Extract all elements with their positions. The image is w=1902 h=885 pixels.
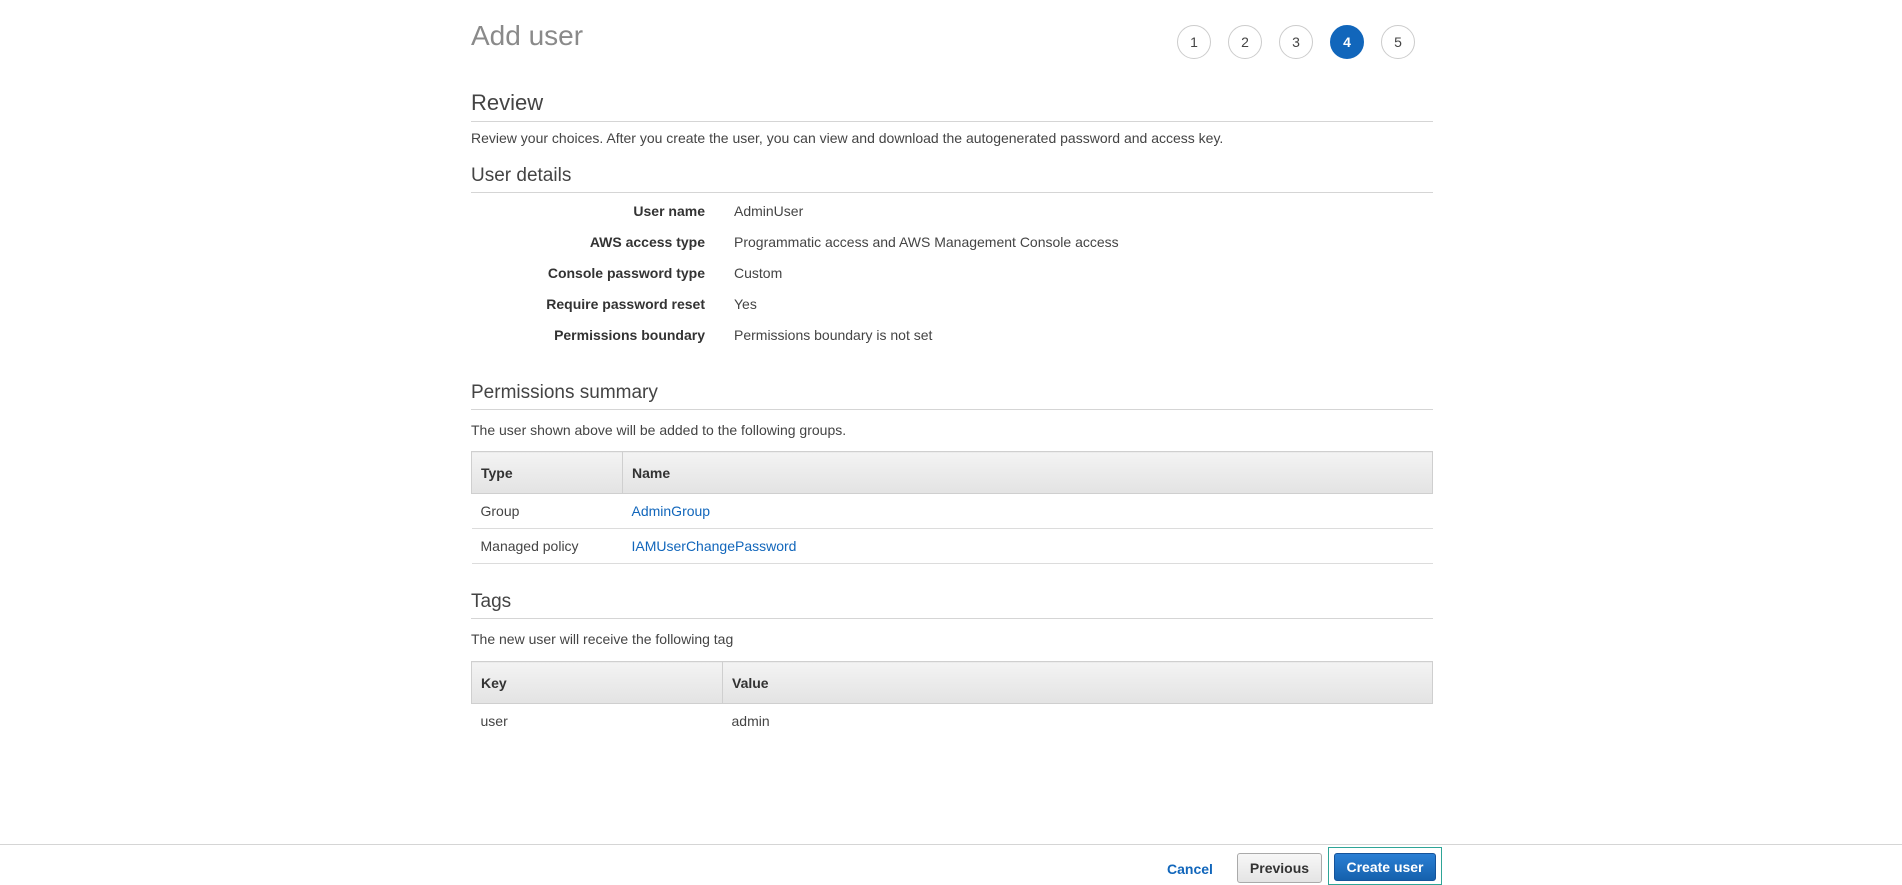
detail-value: Programmatic access and AWS Management C… xyxy=(734,234,1119,250)
detail-row-permissions-boundary: Permissions boundary Permissions boundar… xyxy=(471,327,1433,358)
column-header-key: Key xyxy=(471,661,723,704)
tags-heading: Tags xyxy=(471,589,1433,619)
previous-button[interactable]: Previous xyxy=(1237,853,1322,883)
cell-key: user xyxy=(480,713,508,729)
tags-table: Key Value user admin xyxy=(471,661,1433,738)
detail-row-password-reset: Require password reset Yes xyxy=(471,296,1433,327)
user-details-heading: User details xyxy=(471,163,1433,193)
column-header-type: Type xyxy=(471,451,623,494)
detail-row-password-type: Console password type Custom xyxy=(471,265,1433,296)
detail-value: Permissions boundary is not set xyxy=(734,327,933,343)
detail-value: AdminUser xyxy=(734,203,804,219)
permissions-description: The user shown above will be added to th… xyxy=(471,422,847,438)
admin-group-link[interactable]: AdminGroup xyxy=(632,503,711,519)
table-row: Group AdminGroup xyxy=(471,493,1433,529)
permissions-summary-heading: Permissions summary xyxy=(471,380,1433,410)
cell-value: admin xyxy=(731,713,770,729)
cancel-button[interactable]: Cancel xyxy=(1167,861,1213,877)
policy-link[interactable]: IAMUserChangePassword xyxy=(632,538,797,554)
cell-type: Group xyxy=(471,493,623,529)
detail-label: Require password reset xyxy=(546,296,705,312)
detail-row-access-type: AWS access type Programmatic access and … xyxy=(471,234,1433,265)
create-user-focus-ring: Create user xyxy=(1328,847,1442,885)
cell-name: IAMUserChangePassword xyxy=(622,528,1433,564)
tags-description: The new user will receive the following … xyxy=(471,631,734,647)
cell-type: Managed policy xyxy=(471,528,623,564)
review-heading: Review xyxy=(471,88,1433,122)
step-3[interactable]: 3 xyxy=(1279,25,1313,59)
column-header-value: Value xyxy=(722,661,1433,704)
step-4-active[interactable]: 4 xyxy=(1330,25,1364,59)
create-user-button[interactable]: Create user xyxy=(1334,853,1436,881)
detail-row-user-name: User name AdminUser xyxy=(471,203,1433,234)
detail-value: Yes xyxy=(734,296,757,312)
add-user-page: Add user 1 2 3 4 5 Review Review your ch… xyxy=(0,0,1902,885)
wizard-footer: Cancel Previous Create user xyxy=(0,844,1902,885)
detail-label: User name xyxy=(633,203,705,219)
detail-value: Custom xyxy=(734,265,783,281)
review-description: Review your choices. After you create th… xyxy=(471,130,1224,146)
permissions-table: Type Name Group AdminGroup Managed polic… xyxy=(471,451,1433,564)
step-5[interactable]: 5 xyxy=(1381,25,1415,59)
page-title: Add user xyxy=(471,20,584,51)
table-header-row: Key Value xyxy=(471,661,1433,704)
step-1[interactable]: 1 xyxy=(1177,25,1211,59)
wizard-steps: 1 2 3 4 5 xyxy=(1177,25,1415,59)
table-row: Managed policy IAMUserChangePassword xyxy=(471,528,1433,564)
table-row: user admin xyxy=(472,704,1433,739)
detail-label: Permissions boundary xyxy=(554,327,705,343)
cell-name: AdminGroup xyxy=(622,493,1433,529)
table-header-row: Type Name xyxy=(471,451,1433,494)
user-details-list: User name AdminUser AWS access type Prog… xyxy=(471,203,1433,358)
column-header-name: Name xyxy=(622,451,1433,494)
detail-label: Console password type xyxy=(547,265,705,281)
detail-label: AWS access type xyxy=(589,234,705,250)
step-2[interactable]: 2 xyxy=(1228,25,1262,59)
